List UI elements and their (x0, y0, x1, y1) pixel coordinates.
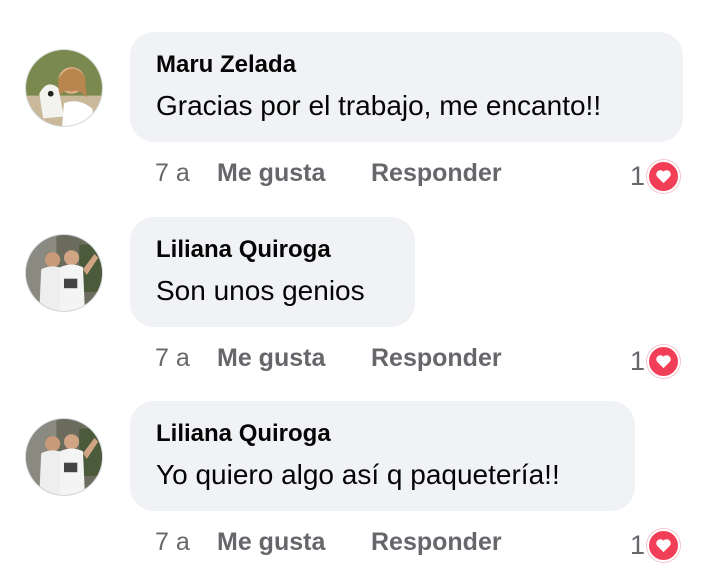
reaction-summary[interactable]: 1 (630, 159, 681, 193)
like-button[interactable]: Me gusta (217, 525, 371, 559)
comment-item: Liliana Quiroga Son unos genios 7 a Me gu… (0, 217, 720, 402)
like-button[interactable]: Me gusta (217, 156, 371, 190)
comment-bubble: Liliana Quiroga Yo quiero algo así q paq… (130, 401, 635, 511)
comment-text: Gracias por el trabajo, me encanto!! (156, 90, 602, 121)
reaction-summary[interactable]: 1 (630, 344, 681, 378)
avatar[interactable] (25, 49, 103, 127)
avatar[interactable] (25, 418, 103, 496)
comment-item: Liliana Quiroga Yo quiero algo así q paq… (0, 401, 720, 586)
comment-item: Maru Zelada Gracias por el trabajo, me e… (0, 32, 720, 217)
comment-time[interactable]: 7 a (155, 525, 217, 559)
comment-bubble: Liliana Quiroga Son unos genios (130, 217, 415, 327)
avatar-photo (26, 50, 102, 126)
avatar-photo (26, 235, 102, 311)
avatar-photo (26, 419, 102, 495)
reaction-summary[interactable]: 1 (630, 528, 681, 562)
comment-time[interactable]: 7 a (155, 341, 217, 375)
comment-bubble: Maru Zelada Gracias por el trabajo, me e… (130, 32, 683, 142)
comment-author[interactable]: Liliana Quiroga (156, 235, 387, 265)
avatar[interactable] (25, 234, 103, 312)
reaction-count: 1 (630, 161, 646, 191)
reply-button[interactable]: Responder (371, 341, 502, 375)
heart-icon (647, 344, 681, 378)
heart-icon (647, 159, 681, 193)
heart-icon (647, 528, 681, 562)
comment-actions: 7 a Me gusta Responder (155, 341, 502, 375)
comment-actions: 7 a Me gusta Responder (155, 525, 502, 559)
comment-text: Son unos genios (156, 275, 365, 306)
reaction-count: 1 (630, 530, 646, 560)
reply-button[interactable]: Responder (371, 525, 502, 559)
comment-actions: 7 a Me gusta Responder (155, 156, 502, 190)
comment-time[interactable]: 7 a (155, 156, 217, 190)
comment-author[interactable]: Maru Zelada (156, 50, 655, 80)
reply-button[interactable]: Responder (371, 156, 502, 190)
comment-text: Yo quiero algo así q paquetería!! (156, 459, 560, 490)
like-button[interactable]: Me gusta (217, 341, 371, 375)
comment-author[interactable]: Liliana Quiroga (156, 419, 607, 449)
reaction-count: 1 (630, 346, 646, 376)
